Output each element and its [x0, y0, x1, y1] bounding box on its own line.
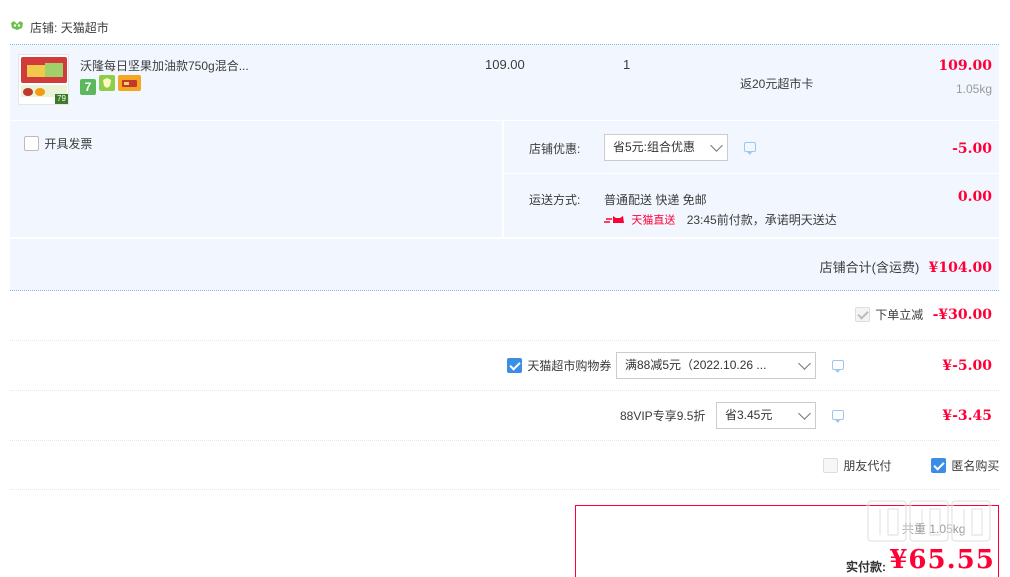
shop-total-label: 店铺合计(含运费) — [819, 260, 920, 275]
total-weight-note: 共重 1.05kg — [902, 522, 966, 536]
shop-name-link[interactable]: 天猫超市 — [61, 21, 109, 35]
friend-pay-checkbox[interactable] — [823, 458, 838, 473]
chevron-down-icon — [798, 407, 811, 420]
unit-price: 109.00 — [485, 57, 525, 72]
coupon-amount: ¥-5.00 — [942, 358, 992, 374]
anonymous-checkbox[interactable] — [931, 458, 946, 473]
shop-total-amount: ¥104.00 — [928, 260, 992, 276]
tmall-direct-label: 天猫直送 — [631, 214, 676, 227]
product-badges: 7 — [80, 75, 144, 95]
product-thumbnail[interactable]: 79 — [18, 54, 69, 105]
product-weight: 1.05kg — [955, 82, 992, 96]
seven-day-return-icon: 7 — [80, 79, 96, 95]
coupon-select[interactable]: 满88减5元（2022.10.26 ... — [616, 352, 816, 379]
vip-value: 省3.45元 — [725, 408, 773, 422]
chevron-down-icon — [710, 139, 723, 152]
delivery-promise: 23:45前付款，承诺明天送达 — [686, 213, 837, 227]
message-icon[interactable] — [832, 360, 844, 373]
quantity: 1 — [623, 57, 631, 72]
vip-select[interactable]: 省3.45元 — [716, 402, 816, 429]
thumb-price-tag: 79 — [55, 94, 68, 104]
shop-label: 店铺: — [30, 21, 58, 35]
instant-discount-checkbox — [854, 307, 870, 322]
shop-discount-amount: -5.00 — [952, 141, 992, 157]
shop-discount-value: 省5元:组合优惠 — [613, 140, 696, 154]
invoice-label: 开具发票 — [44, 137, 93, 151]
message-icon[interactable] — [832, 410, 844, 423]
invoice-checkbox[interactable] — [24, 136, 39, 151]
shop-icon — [10, 20, 24, 31]
paid-amount: ¥65.55 — [889, 545, 995, 575]
coupon-value: 满88减5元（2022.10.26 ... — [625, 358, 767, 372]
message-icon[interactable] — [744, 142, 756, 155]
anonymous-label: 匿名购买 — [951, 459, 1000, 473]
instant-discount-label: 下单立减 — [875, 308, 924, 322]
tmall-direct: 天猫直送 23:45前付款，承诺明天送达 — [604, 211, 837, 228]
paid-label: 实付款: — [846, 560, 886, 574]
jewel-icon — [99, 75, 115, 91]
tmall-cat-icon — [604, 214, 628, 225]
shop-discount-select[interactable]: 省5元:组合优惠 — [604, 134, 728, 161]
vip-amount: ¥-3.45 — [942, 408, 992, 424]
promo-text: 返20元超市卡 — [740, 77, 814, 91]
card-icon — [118, 75, 141, 91]
shipping-label: 运送方式: — [529, 193, 581, 207]
chevron-down-icon — [798, 357, 811, 370]
product-subtotal: 109.00 — [938, 58, 992, 74]
instant-discount-amount: -¥30.00 — [932, 306, 992, 323]
friend-pay-label: 朋友代付 — [843, 459, 892, 473]
coupon-checkbox[interactable] — [507, 358, 522, 373]
product-title-link[interactable]: 沃隆每日坚果加油款750g混合... — [80, 57, 249, 74]
shipping-amount: 0.00 — [957, 189, 992, 205]
vip-label: 88VIP专享9.5折 — [620, 409, 706, 423]
shipping-method: 普通配送 快递 免邮 — [604, 193, 707, 207]
coupon-label: 天猫超市购物券 — [527, 359, 612, 373]
shop-discount-label: 店铺优惠: — [529, 142, 581, 156]
